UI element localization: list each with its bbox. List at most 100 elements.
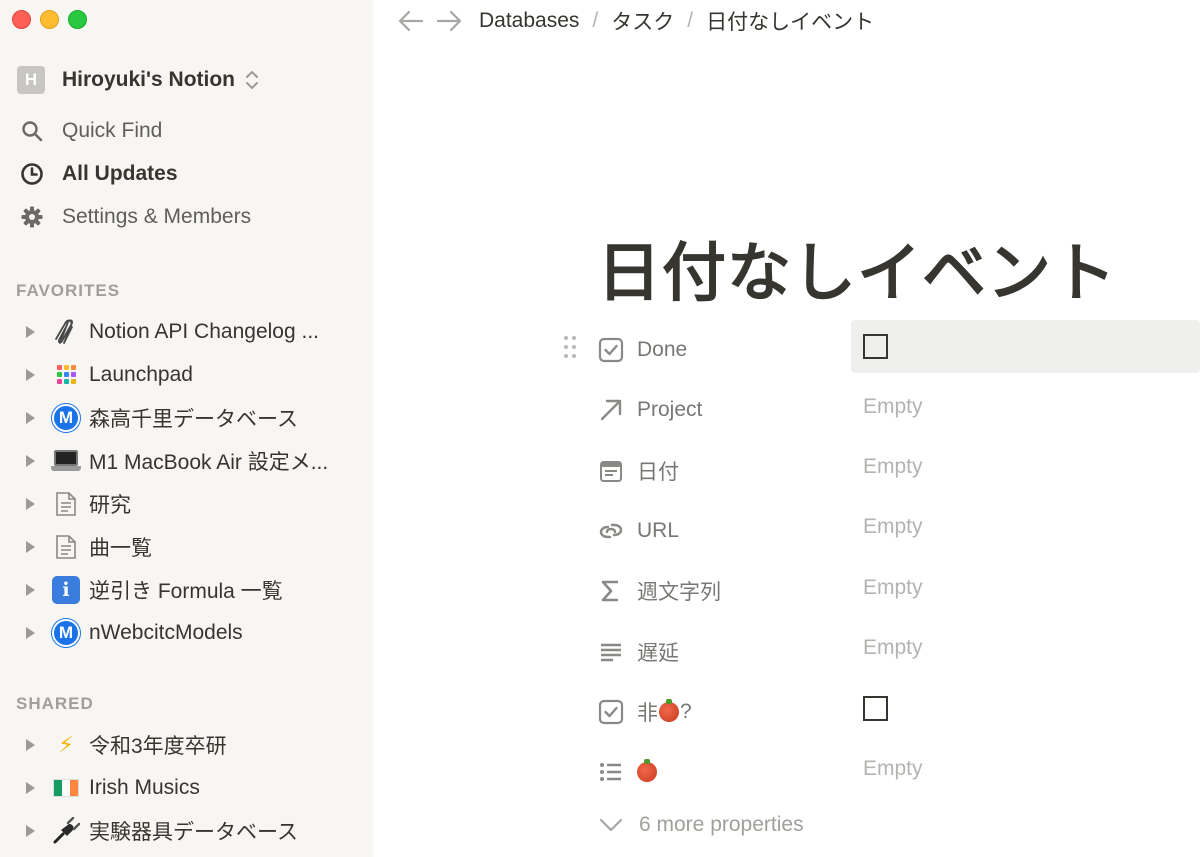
favorite-item[interactable]: Launchpad [0,353,373,396]
property-name[interactable]: Done [598,337,687,363]
property-row: Empty [560,742,1200,802]
chevron-down-icon [599,818,623,832]
favorite-item[interactable]: 曲一覧 [0,525,373,568]
circled-m-icon: M [51,403,81,433]
property-value[interactable]: Empty [851,621,1200,674]
property-row: URL Empty [560,501,1200,561]
property-value[interactable] [851,320,1200,373]
property-name-label: Done [637,338,688,362]
property-name[interactable]: URL [598,518,679,544]
shared-item[interactable]: Irish Musics [0,766,373,809]
properties-list: Done Project Empty 日付 Empty URL Empty 週文… [560,320,1200,802]
property-name[interactable] [598,759,657,785]
nav-quick-find[interactable]: Quick Find [0,109,373,152]
shared-item-label: 令和3年度卒研 [89,734,227,758]
property-name-label: 非 [637,701,658,725]
circled-m-icon: M [51,618,81,648]
window-controls [12,10,87,29]
favorite-item[interactable]: M1 MacBook Air 設定メ... [0,439,373,482]
property-name-suffix: ? [680,699,692,723]
caret-right-icon[interactable] [23,583,37,597]
nav-quick-find-label: Quick Find [62,118,163,142]
lightning-icon: ⚡ [58,731,74,757]
laptop-icon [51,446,81,476]
back-arrow-icon[interactable] [397,7,425,35]
property-name-label: 日付 [637,460,679,484]
property-row: Done [560,320,1200,380]
favorite-item[interactable]: 研究 [0,482,373,525]
nav-all-updates[interactable]: All Updates [0,152,373,195]
caret-right-icon[interactable] [23,540,37,554]
tomato-icon [659,698,679,722]
sidebar: H Hiroyuki's Notion Quick Find All Updat… [0,0,373,857]
shared-item[interactable]: 実験器具データベース [0,809,373,852]
favorite-item[interactable]: M 森高千里データベース [0,396,373,439]
list-icon [598,759,624,785]
property-row: 非 ? [560,682,1200,742]
shared-heading: SHARED [16,694,94,713]
property-value[interactable]: Empty [851,561,1200,614]
caret-right-icon[interactable] [23,824,37,838]
property-value[interactable]: Empty [851,380,1200,433]
checkbox-icon [598,699,624,725]
favorite-item[interactable]: M nWebcitcModels [0,611,373,654]
done-checkbox[interactable] [863,334,888,359]
property-value[interactable]: Empty [851,742,1200,795]
page-icon [51,489,81,519]
property-name[interactable]: Project [598,397,702,423]
non-tomato-checkbox[interactable] [863,695,888,721]
favorite-item-label: Launchpad [89,362,193,386]
caret-right-icon[interactable] [23,411,37,425]
caret-right-icon[interactable] [23,626,37,640]
zoom-window-button[interactable] [68,10,87,29]
forward-arrow-icon[interactable] [435,7,463,35]
property-row: Project Empty [560,380,1200,440]
breadcrumb-tasks[interactable]: タスク [611,6,674,36]
workspace-avatar: H [17,66,45,94]
favorite-item[interactable]: i 逆引き Formula 一覧 [0,568,373,611]
property-name[interactable]: 非 ? [598,697,692,727]
caret-right-icon[interactable] [23,497,37,511]
favorite-item-label: 逆引き Formula 一覧 [89,579,283,603]
minimize-window-button[interactable] [40,10,59,29]
caret-right-icon[interactable] [23,738,37,752]
favorites-list: Notion API Changelog ... Launchpad M 森高千… [0,310,373,654]
breadcrumb-databases[interactable]: Databases [479,9,579,33]
breadcrumb-current-page[interactable]: 日付なしイベント [706,6,874,36]
favorite-item[interactable]: Notion API Changelog ... [0,310,373,353]
paperclip-icon [51,317,81,347]
favorite-item-label: 森高千里データベース [89,407,298,431]
favorite-item-label: 研究 [89,493,131,517]
more-properties-label: 6 more properties [639,813,804,836]
nav-all-updates-label: All Updates [62,161,178,185]
property-row: 遅延 Empty [560,621,1200,681]
property-value[interactable] [851,682,1200,735]
property-name[interactable]: 遅延 [598,637,679,667]
property-value[interactable]: Empty [851,501,1200,554]
property-row: 週文字列 Empty [560,561,1200,621]
close-window-button[interactable] [12,10,31,29]
property-row: 日付 Empty [560,441,1200,501]
property-name[interactable]: 日付 [598,456,679,486]
drag-handle-icon[interactable] [563,334,577,360]
more-properties-toggle[interactable]: 6 more properties [598,812,804,838]
shared-item[interactable]: ⚡ 令和3年度卒研 [0,723,373,766]
caret-right-icon[interactable] [23,454,37,468]
caret-right-icon[interactable] [23,325,37,339]
calendar-icon [598,458,624,484]
caret-right-icon[interactable] [23,781,37,795]
page-title[interactable]: 日付なしイベント [597,222,1117,314]
workspace-switcher[interactable]: H Hiroyuki's Notion [17,64,260,96]
checkbox-icon [598,337,624,363]
property-name[interactable]: 週文字列 [598,576,721,606]
nav-settings-members[interactable]: Settings & Members [0,195,373,238]
favorites-heading: FAVORITES [16,281,121,300]
link-icon [598,518,624,544]
chevron-up-down-icon [246,71,259,89]
breadcrumb-separator: / [592,9,599,32]
workspace-name: Hiroyuki's Notion [62,68,236,91]
page-icon [51,532,81,562]
caret-right-icon[interactable] [23,368,37,382]
property-name-label: 遅延 [637,641,679,665]
property-value[interactable]: Empty [851,441,1200,494]
